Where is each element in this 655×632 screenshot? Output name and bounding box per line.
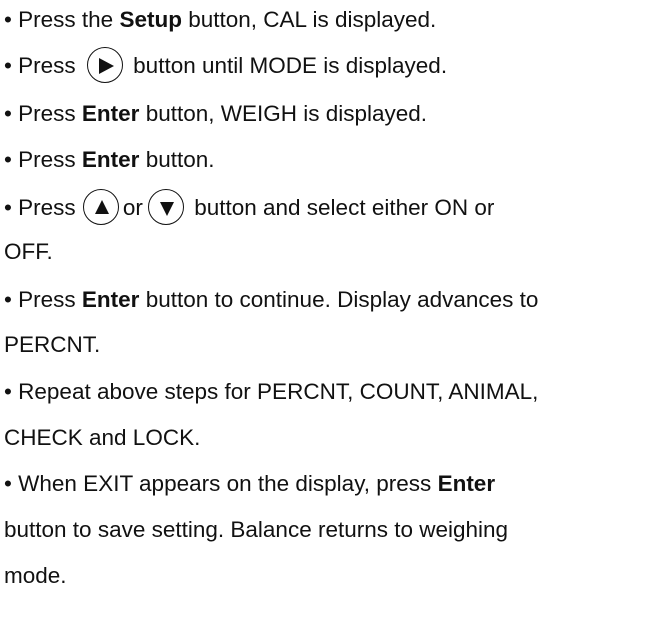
step-text: button to save setting. Balance returns …: [4, 517, 509, 542]
step-repeat: • Repeat above steps for PERCNT, COUNT, …: [4, 372, 655, 412]
bullet: •: [4, 53, 12, 78]
step-text: button until MODE is displayed.: [126, 53, 448, 78]
step-text: CHECK and LOCK.: [4, 425, 201, 450]
bullet: •: [4, 101, 12, 126]
step-up-down: • Press or button and select either ON o…: [4, 188, 655, 228]
step-text: Repeat above steps for PERCNT, COUNT, AN…: [18, 379, 539, 404]
step-text: button, WEIGH is displayed.: [139, 101, 428, 126]
step-setup: • Press the Setup button, CAL is display…: [4, 0, 655, 40]
bullet: •: [4, 147, 12, 172]
step-text: Press the: [18, 7, 120, 32]
bullet: •: [4, 287, 12, 312]
step-enter-weigh: • Press Enter button, WEIGH is displayed…: [4, 94, 655, 134]
step-right-arrow: • Press button until MODE is displayed.: [4, 46, 655, 86]
step-text: button, CAL is displayed.: [181, 7, 437, 32]
step-text: button to continue. Display advances to: [139, 287, 539, 312]
step-text: Press: [18, 101, 82, 126]
bullet: •: [4, 195, 12, 220]
step-enter-continue-continued: PERCNT.: [4, 325, 655, 365]
up-arrow-icon: [82, 189, 119, 226]
step-text: or: [122, 195, 143, 220]
step-text: button and select either ON or: [187, 195, 495, 220]
bullet: •: [4, 7, 12, 32]
enter-button-label: Enter: [81, 147, 140, 172]
step-enter-continue: • Press Enter button to continue. Displa…: [4, 280, 655, 320]
step-text: Press: [18, 147, 82, 172]
step-text: Press: [18, 195, 82, 220]
step-text: mode.: [4, 563, 67, 588]
step-text: PERCNT.: [4, 332, 101, 357]
step-text: Press: [18, 53, 82, 78]
down-arrow-icon: [147, 189, 184, 226]
step-text: When EXIT appears on the display, press: [18, 471, 438, 496]
setup-button-label: Setup: [119, 7, 182, 32]
step-up-down-continued: OFF.: [4, 232, 655, 272]
step-text: Press: [18, 287, 82, 312]
step-enter: • Press Enter button.: [4, 140, 655, 180]
step-text: OFF.: [4, 239, 53, 264]
enter-button-label: Enter: [437, 471, 496, 496]
enter-button-label: Enter: [81, 101, 140, 126]
bullet: •: [4, 471, 12, 496]
enter-button-label: Enter: [81, 287, 140, 312]
right-arrow-icon: [86, 47, 123, 84]
step-exit-continued: button to save setting. Balance returns …: [4, 510, 655, 550]
step-text: button.: [139, 147, 215, 172]
bullet: •: [4, 379, 12, 404]
step-repeat-continued: CHECK and LOCK.: [4, 418, 655, 458]
step-exit-continued-2: mode.: [4, 556, 655, 596]
step-exit: • When EXIT appears on the display, pres…: [4, 464, 655, 504]
